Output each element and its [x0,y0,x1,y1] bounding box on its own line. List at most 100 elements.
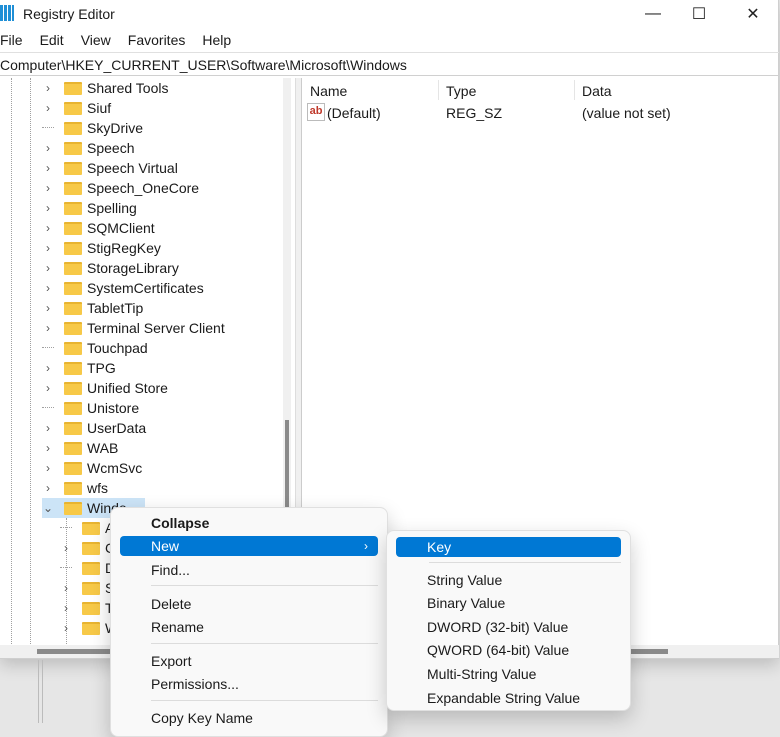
menu-favorites[interactable]: Favorites [128,32,186,52]
tree-item[interactable]: › Speech [42,138,152,158]
tree-guide-line [30,78,31,648]
chevron-right-icon[interactable]: › [42,321,54,335]
tree-item[interactable]: Unistore [42,398,157,418]
chevron-right-icon[interactable]: › [42,181,54,195]
chevron-right-icon[interactable]: › [42,141,54,155]
chevron-right-icon[interactable]: › [60,541,72,555]
chevron-right-icon[interactable]: › [42,381,54,395]
tree-item-label: Unified Store [87,380,168,396]
tree-item[interactable]: › UserData [42,418,164,438]
menu-bar: File Edit View Favorites Help [0,32,248,52]
submenu-item-qword-value[interactable]: QWORD (64-bit) Value [396,640,621,660]
column-divider[interactable] [574,80,575,100]
menu-separator [429,562,621,563]
minimize-button[interactable]: — [630,0,676,28]
chevron-right-icon: › [364,539,368,553]
column-divider[interactable] [438,80,439,100]
scroll-thumb[interactable] [285,420,289,510]
submenu-item-multi-string-value[interactable]: Multi-String Value [396,664,621,684]
chevron-right-icon[interactable]: › [42,221,54,235]
chevron-right-icon[interactable]: › [42,481,54,495]
chevron-right-icon[interactable]: › [42,201,54,215]
tree-item[interactable]: › Speech Virtual [42,158,196,178]
menu-item-export[interactable]: Export [120,651,378,671]
tree-item[interactable]: › StorageLibrary [42,258,197,278]
menu-item-copy-key-name[interactable]: Copy Key Name [120,708,378,728]
folder-icon [64,361,82,375]
column-header-name[interactable]: Name [310,83,347,99]
tree-item[interactable]: SkyDrive [42,118,161,138]
menu-help[interactable]: Help [202,32,231,52]
folder-icon [64,381,82,395]
tree-item-label: SQMClient [87,220,155,236]
title-bar: Registry Editor — ☐ ✕ [0,0,778,28]
folder-icon [64,441,82,455]
tree-item[interactable]: › Shared Tools [42,78,186,98]
tree-item[interactable]: › Spelling [42,198,155,218]
menu-file[interactable]: File [0,32,23,52]
folder-icon [82,621,100,635]
chevron-right-icon[interactable]: › [42,81,54,95]
tree-item-label: Speech_OneCore [87,180,200,196]
tree-item[interactable]: › Speech_OneCore [42,178,217,198]
address-bar[interactable]: Computer\HKEY_CURRENT_USER\Software\Micr… [0,52,779,76]
tree-connector [60,558,72,568]
tree-item[interactable]: › wfs [42,478,126,498]
folder-icon [64,201,82,215]
tree-item-label: SystemCertificates [87,280,204,296]
folder-icon [64,101,82,115]
menu-item-rename[interactable]: Rename [120,617,378,637]
scroll-thumb[interactable] [37,649,112,654]
chevron-right-icon[interactable]: › [42,441,54,455]
tree-connector [42,338,54,348]
close-button[interactable]: ✕ [730,0,776,28]
tree-item[interactable]: › Siuf [42,98,129,118]
tree-item[interactable]: › TPG [42,358,134,378]
menu-separator [151,643,378,644]
chevron-right-icon[interactable]: › [42,361,54,375]
menu-item-delete[interactable]: Delete [120,594,378,614]
tree-item[interactable]: Touchpad [42,338,166,358]
menu-item-new[interactable]: New › [120,536,378,556]
column-header-type[interactable]: Type [446,83,476,99]
tree-item[interactable]: › WcmSvc [42,458,160,478]
tree-item[interactable]: › Unified Store [42,378,186,398]
chevron-right-icon[interactable]: › [42,461,54,475]
chevron-right-icon[interactable]: › [60,601,72,615]
tree-connector [42,118,54,128]
chevron-right-icon[interactable]: › [60,581,72,595]
tree-item[interactable]: › TabletTip [42,298,161,318]
tree-item[interactable]: › SQMClient [42,218,173,238]
chevron-right-icon[interactable]: › [42,281,54,295]
tree-item[interactable]: › WAB [42,438,136,458]
chevron-right-icon[interactable]: › [42,301,54,315]
tree-item-label: UserData [87,420,147,436]
submenu-item-key[interactable]: Key [396,537,621,557]
menu-item-new-label: New [151,538,180,554]
tree-item[interactable]: › StigRegKey [42,238,179,258]
menu-edit[interactable]: Edit [40,32,64,52]
chevron-down-icon[interactable]: ⌄ [42,501,54,515]
value-name[interactable]: (Default) [327,105,381,121]
chevron-right-icon[interactable]: › [60,621,72,635]
menu-item-collapse[interactable]: Collapse [120,513,378,533]
submenu-item-string-value[interactable]: String Value [396,570,621,590]
folder-icon [64,461,82,475]
tree-item[interactable]: › Terminal Server Client [42,318,243,338]
menu-view[interactable]: View [81,32,111,52]
tree-item[interactable]: › SystemCertificates [42,278,222,298]
column-header-data[interactable]: Data [582,83,612,99]
submenu-item-expandable-string-value[interactable]: Expandable String Value [396,688,621,708]
chevron-right-icon[interactable]: › [42,261,54,275]
maximize-button[interactable]: ☐ [676,0,722,28]
value-type: REG_SZ [446,105,503,121]
chevron-right-icon[interactable]: › [42,421,54,435]
chevron-right-icon[interactable]: › [42,161,54,175]
menu-item-find[interactable]: Find... [120,560,378,580]
submenu-item-binary-value[interactable]: Binary Value [396,593,621,613]
submenu-item-dword-value[interactable]: DWORD (32-bit) Value [396,617,621,637]
chevron-right-icon[interactable]: › [42,101,54,115]
chevron-right-icon[interactable]: › [42,241,54,255]
tree-guide-line [11,78,12,648]
menu-item-permissions[interactable]: Permissions... [120,674,378,694]
